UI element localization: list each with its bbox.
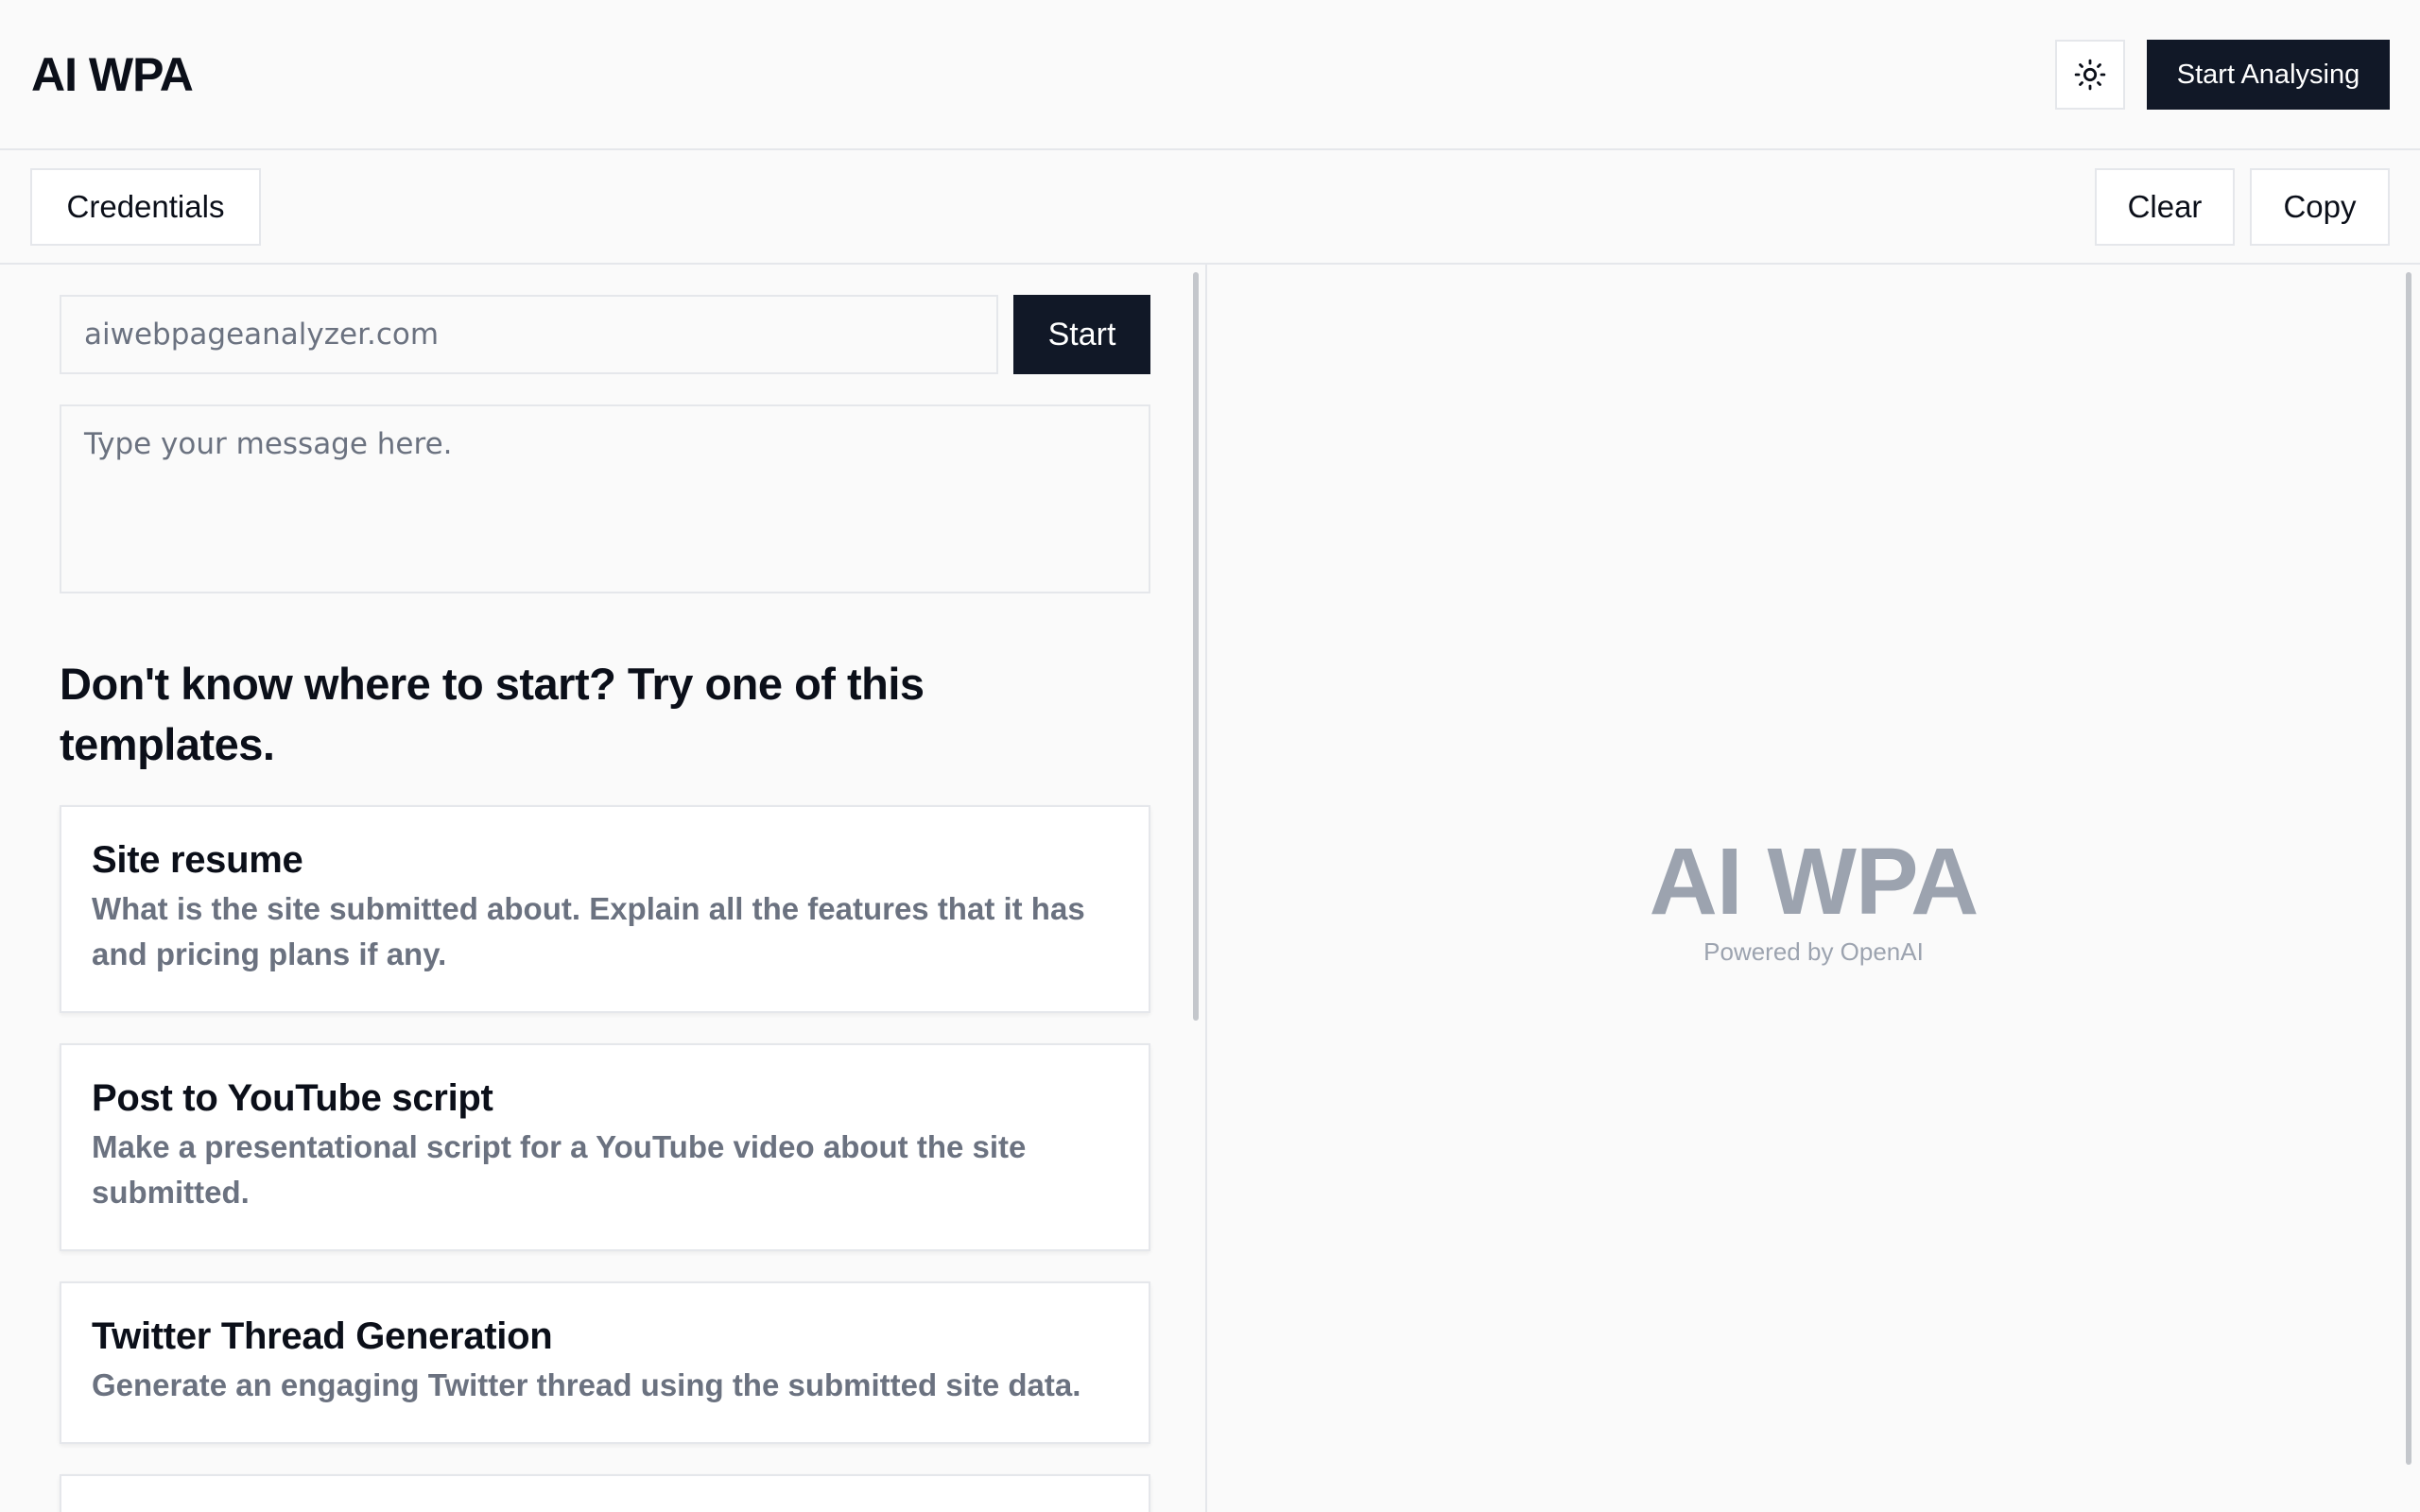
copy-button[interactable]: Copy (2250, 168, 2390, 246)
template-title: Site resume (92, 839, 303, 881)
template-card-site-resume[interactable]: Site resume What is the site submitted a… (60, 805, 1150, 1013)
start-analysing-button[interactable]: Start Analysing (2147, 40, 2390, 110)
template-description: Generate an engaging Twitter thread usin… (92, 1367, 1081, 1402)
start-button[interactable]: Start (1013, 295, 1150, 374)
template-description: What is the site submitted about. Explai… (92, 891, 1085, 971)
templates-heading: Don't know where to start? Try one of th… (60, 659, 925, 769)
sun-icon (2074, 59, 2106, 91)
template-card-partial[interactable] (60, 1474, 1150, 1512)
app-header: AI WPA Start Analysing (0, 0, 2420, 150)
credentials-button[interactable]: Credentials (30, 168, 261, 246)
template-description: Make a presentational script for a YouTu… (92, 1129, 1027, 1210)
message-textarea[interactable]: Type your message here. (60, 404, 1150, 593)
brand-logo[interactable]: AI WPA (31, 47, 194, 102)
right-scrollbar[interactable] (2406, 272, 2411, 1465)
theme-toggle-button[interactable] (2055, 40, 2125, 110)
powered-by-text: Powered by OpenAI (1703, 937, 1924, 966)
template-title: Post to YouTube script (92, 1077, 493, 1119)
template-title: Twitter Thread Generation (92, 1315, 553, 1357)
clear-button[interactable]: Clear (2095, 168, 2235, 246)
left-scrollbar[interactable] (1193, 272, 1199, 1021)
output-placeholder-logo: AI WPA (1649, 829, 1979, 935)
toolbar: Credentials Clear Copy (0, 150, 2420, 265)
output-panel: AI WPA Powered by OpenAI (1207, 265, 2420, 1512)
template-card-twitter-thread[interactable]: Twitter Thread Generation Generate an en… (60, 1281, 1150, 1444)
template-card-youtube-script[interactable]: Post to YouTube script Make a presentati… (60, 1043, 1150, 1251)
input-panel: aiwebpageanalyzer.com Start Type your me… (0, 265, 1207, 1512)
url-input[interactable]: aiwebpageanalyzer.com (60, 295, 998, 374)
